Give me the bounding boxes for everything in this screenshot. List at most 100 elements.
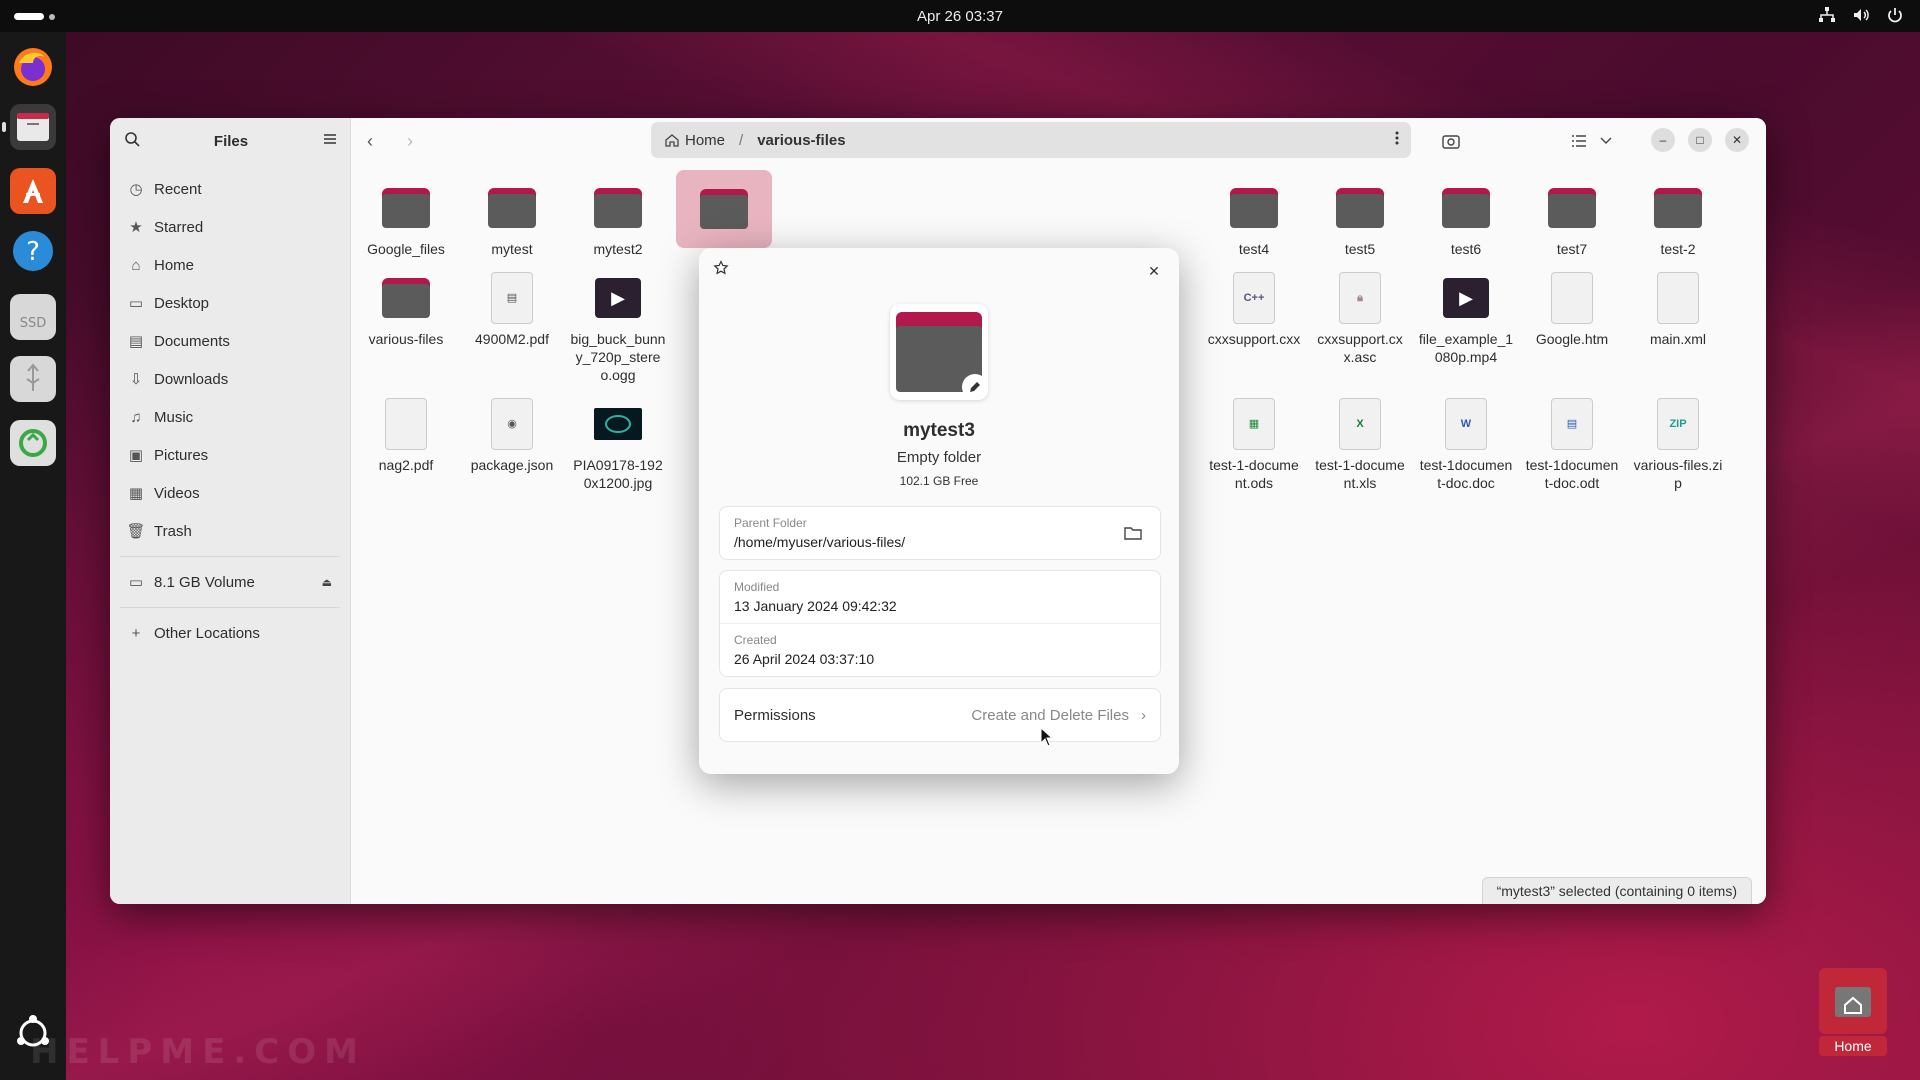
- file-name: test7: [1556, 241, 1588, 257]
- forward-button[interactable]: ›: [395, 126, 425, 156]
- file-item[interactable]: test-2: [1630, 180, 1726, 258]
- created-value: 26 April 2024 03:37:10: [734, 651, 875, 667]
- modified-value: 13 January 2024 09:42:32: [734, 598, 897, 614]
- file-item[interactable]: test5: [1312, 180, 1408, 258]
- file-item[interactable]: ▦ test-1-document.ods: [1206, 396, 1302, 492]
- system-tray[interactable]: [1818, 6, 1904, 24]
- sidebar-item-videos[interactable]: ▦ Videos: [110, 474, 350, 512]
- clock-icon: ◷: [129, 181, 143, 198]
- folder-icon: [1548, 188, 1596, 228]
- file-name: PIA09178-1920x1200.jpg: [573, 457, 663, 491]
- close-icon: ✕: [1148, 262, 1160, 279]
- text-document-icon: ▤: [1551, 398, 1593, 450]
- file-item[interactable]: test7: [1524, 180, 1620, 258]
- sidebar-item-music[interactable]: ♫ Music: [110, 398, 350, 436]
- dock: ? SSD: [0, 32, 66, 1080]
- file-item[interactable]: ▤ 4900M2.pdf: [464, 270, 560, 348]
- minimize-button[interactable]: –: [1651, 128, 1675, 152]
- sidebar-item-other-locations[interactable]: + Other Locations: [110, 614, 350, 652]
- file-item[interactable]: PIA09178-1920x1200.jpg: [570, 396, 666, 492]
- workspace-dot: [49, 13, 55, 20]
- file-item[interactable]: 🔒︎ cxxsupport.cxx.asc: [1312, 270, 1408, 366]
- hamburger-menu-icon[interactable]: [322, 131, 338, 152]
- star-icon[interactable]: [713, 260, 731, 278]
- sidebar-item-documents[interactable]: ▤ Documents: [110, 322, 350, 360]
- spreadsheet-file-icon: ▦: [1233, 398, 1275, 450]
- html-file-icon: [1551, 272, 1593, 324]
- file-item[interactable]: mytest2: [570, 180, 666, 258]
- file-item[interactable]: ◉ package.json: [464, 396, 560, 474]
- desktop-home-shortcut[interactable]: Home: [1819, 968, 1887, 1058]
- file-item[interactable]: ▶ file_example_1080p.mp4: [1418, 270, 1514, 366]
- file-item[interactable]: Wtest-1document-doc.doc: [1418, 396, 1514, 492]
- list-view-icon[interactable]: [1564, 126, 1594, 156]
- image-file-icon: [594, 408, 642, 440]
- file-item[interactable]: test4: [1206, 180, 1302, 258]
- file-name: file_example_1080p.mp4: [1418, 331, 1514, 365]
- pdf-file-icon: ▤: [491, 272, 533, 324]
- close-button[interactable]: ✕: [1725, 128, 1749, 152]
- usb-drive-icon[interactable]: [10, 356, 56, 402]
- app-center-icon[interactable]: [10, 168, 56, 214]
- permissions-row[interactable]: Permissions Create and Delete Files ›: [719, 688, 1161, 742]
- folder-icon: [382, 188, 430, 228]
- breadcrumb-home[interactable]: Home: [665, 132, 725, 149]
- file-name: test-1document-doc.odt: [1525, 457, 1619, 491]
- ssd-drive-icon[interactable]: SSD: [10, 294, 56, 340]
- sidebar-item-trash[interactable]: 🗑︎ Trash: [110, 512, 350, 550]
- clock[interactable]: Apr 26 03:37: [917, 8, 1003, 25]
- breadcrumb-current[interactable]: various-files: [757, 132, 845, 149]
- folder-icon: [1442, 188, 1490, 228]
- file-item[interactable]: various-files: [358, 270, 454, 348]
- file-item[interactable]: Xtest-1-document.xls: [1312, 396, 1408, 492]
- sidebar-item-recent[interactable]: ◷ Recent: [110, 170, 350, 208]
- created-label: Created: [734, 633, 777, 647]
- edit-pencil-icon[interactable]: [962, 374, 988, 400]
- sidebar-item-pictures[interactable]: ▣ Pictures: [110, 436, 350, 474]
- close-icon: ✕: [1731, 133, 1743, 147]
- music-icon: ♫: [130, 408, 142, 426]
- file-item[interactable]: nag2.pdf: [358, 396, 454, 474]
- folder-icon: [594, 188, 642, 228]
- back-button[interactable]: ‹: [355, 126, 385, 156]
- sidebar-item-home[interactable]: ⌂ Home: [110, 246, 350, 284]
- dialog-close-button[interactable]: ✕: [1143, 260, 1165, 282]
- drive-icon: ▭: [128, 574, 144, 591]
- sidebar-item-volume[interactable]: ▭ 8.1 GB Volume ⏏: [110, 563, 350, 601]
- svg-text:?: ?: [26, 237, 40, 267]
- open-folder-icon[interactable]: [1124, 525, 1142, 544]
- eject-icon[interactable]: ⏏: [322, 576, 332, 589]
- chevron-down-icon[interactable]: [1591, 126, 1621, 156]
- firefox-icon[interactable]: [10, 44, 56, 90]
- file-item[interactable]: ▤ test-1document-doc.odt: [1524, 396, 1620, 492]
- file-item[interactable]: C++ cxxsupport.cxx: [1206, 270, 1302, 348]
- workspace-pill: [14, 13, 44, 20]
- sidebar-item-downloads[interactable]: ⇩ Downloads: [110, 360, 350, 398]
- picture-icon: ▣: [128, 447, 144, 464]
- files-app-icon[interactable]: [2, 104, 56, 150]
- kebab-menu-icon[interactable]: [1395, 131, 1399, 149]
- maximize-button[interactable]: □: [1688, 128, 1712, 152]
- sidebar-item-desktop[interactable]: ▭ Desktop: [110, 284, 350, 322]
- folder-icon: [382, 278, 430, 318]
- path-bar[interactable]: Home / various-files: [651, 122, 1411, 158]
- file-name: test-1-document.xls: [1315, 457, 1405, 491]
- file-item[interactable]: ▶ big_buck_bunny_720p_stereo.ogg: [570, 270, 666, 384]
- file-item[interactable]: test6: [1418, 180, 1514, 258]
- status-bar: “mytest3” selected (containing 0 items): [1481, 877, 1752, 904]
- chevron-right-icon: ›: [1141, 706, 1146, 724]
- camera-icon[interactable]: [1436, 126, 1466, 156]
- sidebar-item-starred[interactable]: ★ Starred: [110, 208, 350, 246]
- file-item[interactable]: mytest: [464, 180, 560, 258]
- help-icon[interactable]: ?: [10, 228, 56, 274]
- search-icon[interactable]: [124, 131, 140, 152]
- trash-icon[interactable]: [10, 420, 56, 466]
- dates-card: Modified 13 January 2024 09:42:32 Create…: [719, 570, 1161, 677]
- file-item[interactable]: Google.htm: [1524, 270, 1620, 348]
- file-item[interactable]: Google_files: [358, 180, 454, 258]
- activities-indicator[interactable]: [14, 13, 55, 20]
- mouse-cursor: [1040, 727, 1052, 747]
- file-name: main.xml: [1649, 331, 1706, 347]
- file-item[interactable]: main.xml: [1630, 270, 1726, 348]
- file-item[interactable]: ZIP various-files.zip: [1630, 396, 1726, 492]
